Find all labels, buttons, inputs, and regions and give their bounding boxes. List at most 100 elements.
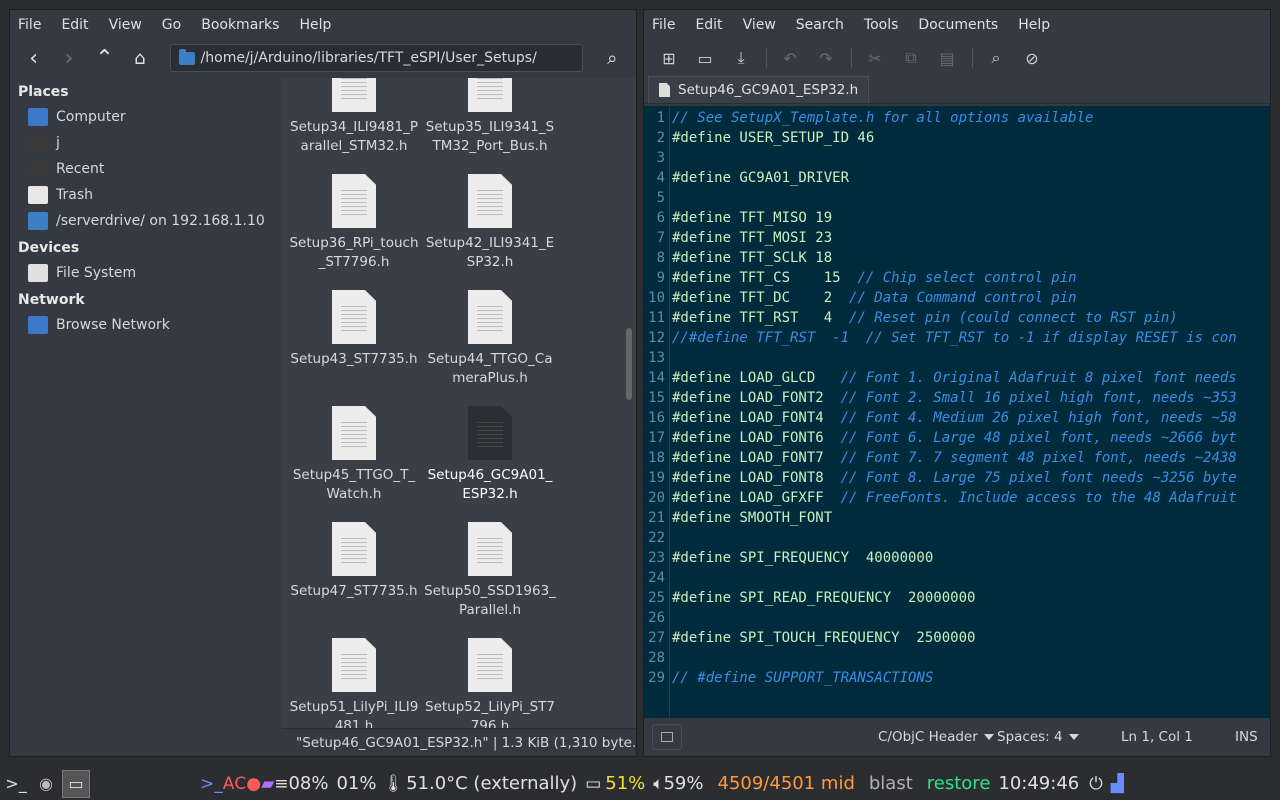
new-file-icon[interactable]: ⊞ <box>652 43 686 73</box>
sidebar-item-computer[interactable]: Computer <box>10 104 282 130</box>
tab-active-file[interactable]: Setup46_GC9A01_ESP32.h <box>648 76 870 103</box>
line-text: #define GC9A01_DRIVER <box>672 170 850 186</box>
indent-selector[interactable]: Spaces: 4 <box>997 729 1079 745</box>
cut-icon[interactable]: ✂ <box>858 43 892 73</box>
file-item[interactable]: Setup34_ILI9481_Parallel_STM32.h <box>286 78 422 156</box>
sidebar-item-filesystem[interactable]: File System <box>10 260 282 286</box>
fm-menu-view[interactable]: View <box>109 17 142 33</box>
file-item[interactable]: Setup35_ILI9341_STM32_Port_Bus.h <box>422 78 558 156</box>
line-number: 9 <box>656 270 665 286</box>
file-item[interactable]: Setup51_LilyPi_ILI9481.h <box>286 628 422 728</box>
sidebar-item-label: File System <box>56 265 137 281</box>
battery-level: 51% <box>605 773 646 794</box>
file-item[interactable]: Setup42_ILI9341_ESP32.h <box>422 164 558 272</box>
folder-tray-icon[interactable]: ▰ <box>261 772 274 796</box>
line-text <box>668 148 672 168</box>
clock: 10:49:46 <box>998 773 1080 794</box>
file-name: Setup51_LilyPi_ILI9481.h <box>289 699 419 728</box>
browser-icon[interactable]: ◉ <box>32 770 60 798</box>
file-item[interactable]: Setup46_GC9A01_ESP32.h <box>422 396 558 504</box>
app-a-icon[interactable]: A <box>223 772 235 796</box>
file-item[interactable]: Setup45_TTGO_T_Watch.h <box>286 396 422 504</box>
paste-icon[interactable]: ▤ <box>930 43 964 73</box>
line-number: 19 <box>648 470 665 486</box>
path-input[interactable]: /home/j/Arduino/libraries/TFT_eSPI/User_… <box>169 44 583 72</box>
code-line: 6 #define TFT_MISO 19 <box>644 208 1237 228</box>
fm-menu-help[interactable]: Help <box>299 17 331 33</box>
search-icon[interactable]: ⌕ <box>595 43 630 73</box>
toolbar-separator <box>972 48 973 68</box>
sidebar-item-serverdrive[interactable]: /serverdrive/ on 192.168.1.10 <box>10 208 282 234</box>
ed-menu-view[interactable]: View <box>743 17 776 33</box>
file-view[interactable]: Setup34_ILI9481_Parallel_STM32.h Setup35_… <box>282 78 636 728</box>
app-c-icon[interactable]: C <box>234 772 246 796</box>
line-text <box>668 648 672 668</box>
ed-menu-help[interactable]: Help <box>1018 17 1050 33</box>
ed-menu-search[interactable]: Search <box>796 17 844 33</box>
code-line: 22 <box>644 528 1237 548</box>
copy-icon[interactable]: ⧉ <box>894 43 928 73</box>
tab-label: Setup46_GC9A01_ESP32.h <box>678 82 859 98</box>
chevron-down-icon <box>983 734 994 740</box>
back-icon[interactable]: ‹ <box>16 43 51 73</box>
open-file-icon[interactable]: ▭ <box>688 43 722 73</box>
home-icon[interactable]: ⌂ <box>122 43 157 73</box>
power-icon[interactable]: ⏻ <box>1089 772 1102 796</box>
fm-menu-bookmarks[interactable]: Bookmarks <box>201 17 279 33</box>
file-item[interactable]: Setup50_SSD1963_Parallel.h <box>422 512 558 620</box>
sidebar-item-trash[interactable]: Trash <box>10 182 282 208</box>
side-panel-toggle-icon[interactable] <box>652 724 682 750</box>
code-line: 19 #define LOAD_FONT8 // Font 8. Large 75… <box>644 468 1237 488</box>
sidebar-item-network[interactable]: Browse Network <box>10 312 282 338</box>
code-line: 26 <box>644 608 1237 628</box>
file-item[interactable]: Setup43_ST7735.h <box>286 280 422 388</box>
volume-icon[interactable]: 🔈︎ <box>653 772 663 796</box>
undo-icon[interactable]: ↶ <box>773 43 807 73</box>
sidebar-item-label: Recent <box>56 161 105 177</box>
language-selector[interactable]: C/ObjC Header <box>878 729 994 745</box>
terminal-tray-icon[interactable]: >_ <box>200 772 223 796</box>
terminal-icon[interactable]: >_ <box>2 770 30 798</box>
ed-menu-file[interactable]: File <box>652 17 675 33</box>
document-icon <box>332 174 376 228</box>
ed-menu-tools[interactable]: Tools <box>864 17 899 33</box>
fm-menu-go[interactable]: Go <box>162 17 181 33</box>
redo-icon[interactable]: ↷ <box>809 43 843 73</box>
line-number: 25 <box>648 590 665 606</box>
save-icon[interactable]: ⤓ <box>724 43 758 73</box>
code-line: 14 #define LOAD_GLCD // Font 1. Original … <box>644 368 1237 388</box>
file-item[interactable]: Setup44_TTGO_CameraPlus.h <box>422 280 558 388</box>
file-item[interactable]: Setup47_ST7735.h <box>286 512 422 620</box>
document-icon <box>468 290 512 344</box>
line-text: #define TFT_MOSI 23 <box>672 230 833 246</box>
file-manager-task-icon[interactable]: ▭ <box>62 769 90 798</box>
sidebar-item-home[interactable]: j <box>10 130 282 156</box>
insert-mode[interactable]: INS <box>1235 729 1258 745</box>
code-editor[interactable]: 1 // See SetupX_Template.h for all option… <box>644 106 1270 718</box>
file-name: Setup42_ILI9341_ESP32.h <box>425 235 555 270</box>
fm-menu-file[interactable]: File <box>18 17 41 33</box>
ed-menu-edit[interactable]: Edit <box>695 17 722 33</box>
app-g-icon[interactable]: ● <box>246 772 261 796</box>
editor-toolbar: ⊞ ▭ ⤓ ↶ ↷ ✂ ⧉ ▤ ⌕ ⊘ <box>644 40 1270 76</box>
forward-icon[interactable]: › <box>51 43 86 73</box>
up-icon[interactable]: ⌃ <box>87 43 122 73</box>
line-text: #define LOAD_FONT2 // Font 2. Small 16 p… <box>672 390 1237 406</box>
file-manager-menubar: File Edit View Go Bookmarks Help <box>10 10 636 40</box>
scrollbar[interactable] <box>626 328 632 400</box>
search-icon[interactable]: ⌕ <box>979 43 1013 73</box>
fm-menu-edit[interactable]: Edit <box>61 17 88 33</box>
file-item[interactable]: Setup36_RPi_touch_ST7796.h <box>286 164 422 272</box>
indent-label: Spaces: 4 <box>997 729 1063 745</box>
line-text: #define LOAD_FONT6 // Font 6. Large 48 p… <box>672 430 1237 446</box>
cpu-icon: ≡ <box>274 773 289 794</box>
sidebar-item-recent[interactable]: Recent <box>10 156 282 182</box>
document-icon <box>659 83 670 97</box>
document-icon <box>332 522 376 576</box>
clear-highlight-icon[interactable]: ⊘ <box>1015 43 1049 73</box>
ed-menu-documents[interactable]: Documents <box>918 17 998 33</box>
file-item[interactable]: Setup52_LilyPi_ST7796.h <box>422 628 558 728</box>
line-number: 12 <box>648 330 665 346</box>
editor-statusbar: C/ObjC Header Spaces: 4 Ln 1, Col 1 INS <box>644 718 1270 756</box>
code-line: 3 <box>644 148 1237 168</box>
